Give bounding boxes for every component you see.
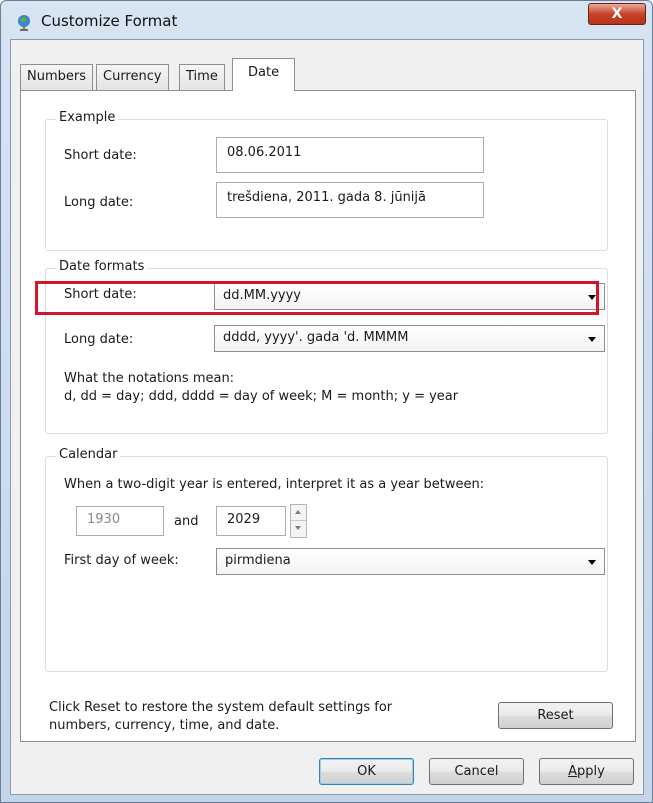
date-formats-group-title: Date formats: [56, 259, 148, 274]
and-label: and: [174, 514, 199, 529]
window-title: Customize Format: [41, 12, 178, 30]
apply-button[interactable]: Apply: [539, 758, 634, 785]
year-to-input[interactable]: 2029: [216, 506, 286, 536]
example-short-date-label: Short date:: [64, 148, 137, 163]
example-long-date-label: Long date:: [64, 195, 134, 210]
chevron-down-icon: [588, 337, 596, 342]
long-date-label: Long date:: [64, 332, 134, 347]
first-day-of-week-label: First day of week:: [64, 553, 179, 568]
spin-down-button[interactable]: [291, 521, 306, 537]
chevron-down-icon: [588, 560, 596, 565]
reset-info-line1: Click Reset to restore the system defaul…: [49, 700, 393, 715]
example-group: Example Short date: 08.06.2011 Long date…: [45, 110, 608, 251]
year-from-field: 1930: [76, 506, 164, 536]
calendar-group-title: Calendar: [56, 447, 121, 462]
long-date-format-value: dddd, yyyy'. gada 'd. MMMM: [223, 330, 409, 345]
close-button[interactable]: X: [588, 3, 646, 25]
date-formats-group: Date formats Short date: dd.MM.yyyy Long…: [45, 259, 608, 434]
customize-format-window: Customize Format X Numbers Currency Time…: [0, 0, 653, 803]
first-day-of-week-dropdown[interactable]: pirmdiena: [216, 548, 605, 575]
short-date-label: Short date:: [64, 287, 137, 302]
chevron-down-icon: [295, 526, 301, 530]
tab-time[interactable]: Time: [179, 64, 225, 90]
title-bar: Customize Format X: [1, 1, 652, 39]
chevron-up-icon: [295, 510, 301, 514]
notation-title: What the notations mean:: [64, 371, 235, 386]
spin-up-button[interactable]: [291, 505, 306, 521]
reset-button[interactable]: Reset: [498, 702, 613, 729]
year-spinner[interactable]: [290, 504, 307, 538]
ok-button[interactable]: OK: [319, 758, 414, 785]
example-long-date-field: trešdiena, 2011. gada 8. jūnijā: [216, 182, 484, 218]
chevron-down-icon: [588, 295, 596, 300]
regional-globe-icon: [18, 15, 30, 31]
two-digit-year-text: When a two-digit year is entered, interp…: [64, 477, 485, 492]
long-date-format-dropdown[interactable]: dddd, yyyy'. gada 'd. MMMM: [214, 325, 605, 352]
short-date-format-value: dd.MM.yyyy: [223, 288, 301, 303]
calendar-group: Calendar When a two-digit year is entere…: [45, 447, 608, 672]
tab-currency[interactable]: Currency: [96, 64, 169, 90]
cancel-button[interactable]: Cancel: [429, 758, 524, 785]
dialog-client-area: Numbers Currency Time Date Example Short…: [10, 39, 644, 795]
first-day-of-week-value: pirmdiena: [225, 553, 291, 568]
date-tab-panel: Example Short date: 08.06.2011 Long date…: [20, 90, 636, 742]
short-date-format-dropdown[interactable]: dd.MM.yyyy: [214, 283, 605, 310]
example-short-date-field: 08.06.2011: [216, 137, 484, 173]
tab-numbers[interactable]: Numbers: [20, 64, 93, 90]
tab-date[interactable]: Date: [232, 58, 296, 91]
reset-info-line2: numbers, currency, time, and date.: [49, 718, 280, 733]
example-group-title: Example: [56, 110, 119, 125]
notation-description: d, dd = day; ddd, dddd = day of week; M …: [64, 389, 459, 404]
